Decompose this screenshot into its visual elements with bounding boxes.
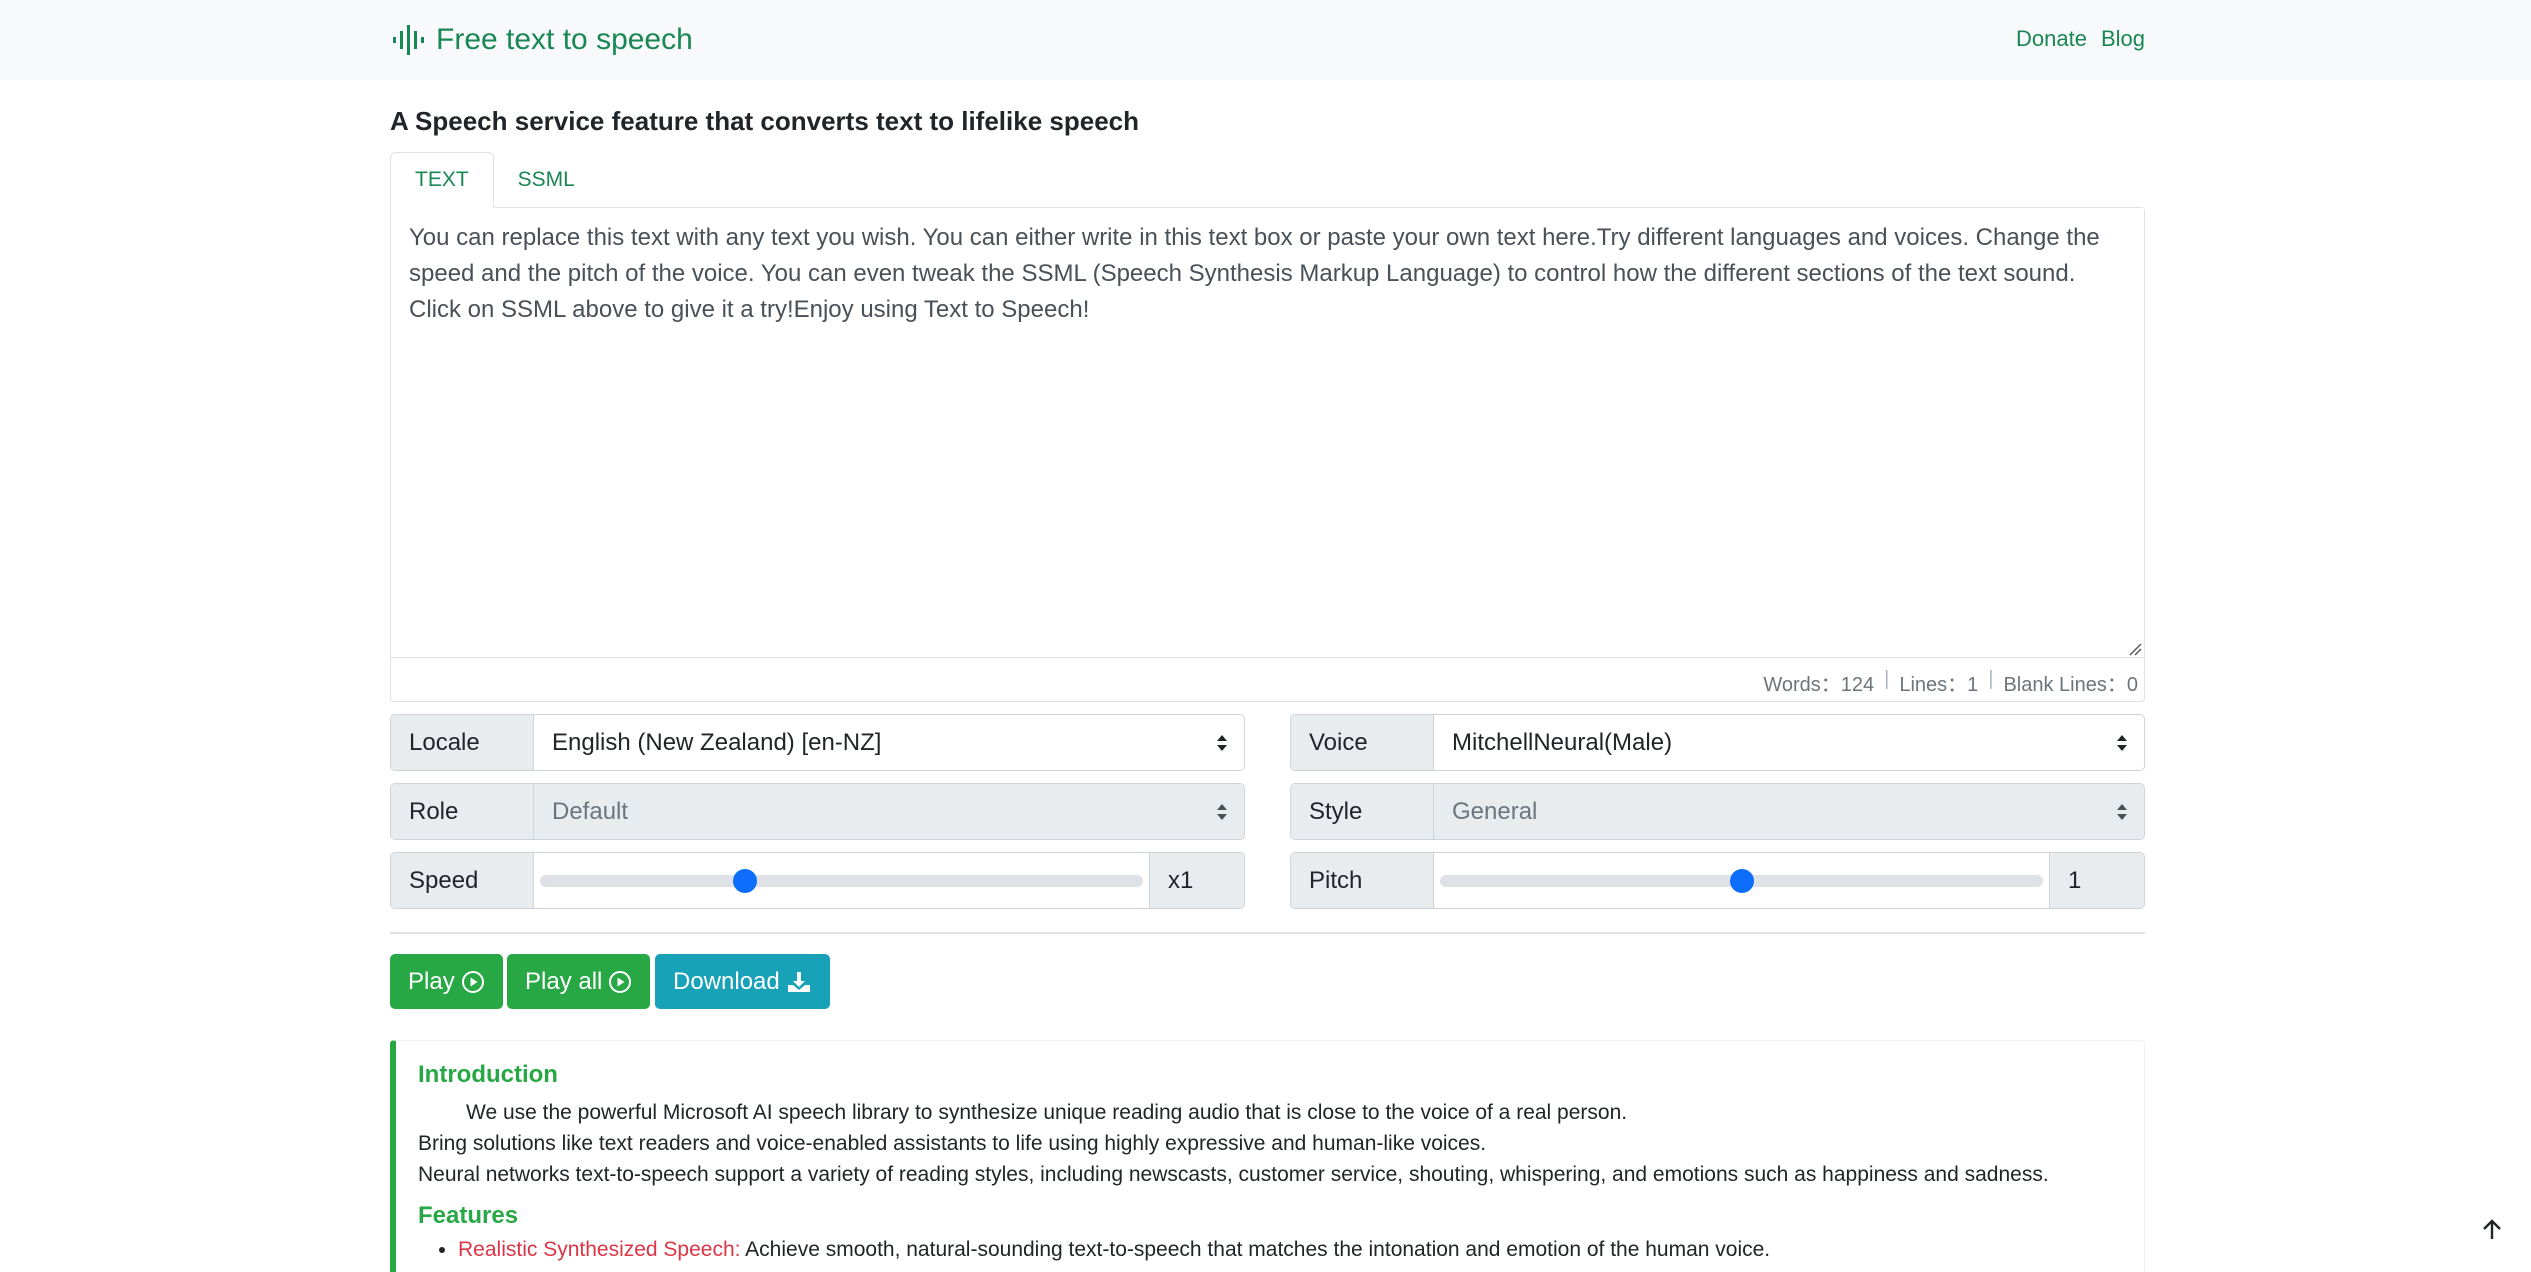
pitch-slider-track[interactable] (1440, 868, 2043, 893)
play-all-button-label: Play all (525, 967, 603, 995)
locale-value: English (New Zealand) [en-NZ] (552, 728, 882, 756)
select-arrows-icon (2117, 804, 2127, 820)
locale-select[interactable]: English (New Zealand) [en-NZ] (534, 715, 1244, 770)
features-list: Realistic Synthesized Speech: Achieve sm… (458, 1238, 2122, 1262)
play-circle-icon (609, 970, 632, 993)
locale-control: Locale English (New Zealand) [en-NZ] (390, 714, 1245, 771)
text-editor-panel: You can replace this text with any text … (390, 207, 2145, 702)
speed-slider-track[interactable] (540, 868, 1143, 893)
text-input[interactable]: You can replace this text with any text … (391, 208, 2144, 658)
feature-highlight: Realistic Synthesized Speech: (458, 1238, 741, 1261)
counter-separator: | (1884, 668, 1890, 690)
counter-separator: | (1988, 668, 1994, 690)
introduction-title: Introduction (418, 1061, 558, 1088)
speed-control: Speed x1 (390, 852, 1245, 909)
page-headline: A Speech service feature that converts t… (390, 106, 1139, 136)
introduction-panel: Introduction We use the powerful Microso… (390, 1040, 2145, 1272)
download-button-label: Download (673, 967, 780, 995)
pitch-control: Pitch 1 (1290, 852, 2145, 909)
back-to-top-arrow-icon[interactable] (2480, 1218, 2504, 1242)
play-all-button[interactable]: Play all (507, 954, 651, 1009)
editor-tabs: TEXT SSML (390, 152, 2145, 208)
style-label: Style (1291, 784, 1434, 839)
nav-link-blog[interactable]: Blog (2101, 26, 2145, 52)
feature-item: Realistic Synthesized Speech: Achieve sm… (458, 1238, 2122, 1262)
speed-slider[interactable] (534, 853, 1149, 908)
brand-title: Free text to speech (436, 23, 693, 56)
pitch-value: 1 (2049, 853, 2144, 908)
locale-label: Locale (391, 715, 534, 770)
play-circle-icon (461, 970, 484, 993)
audio-wave-icon (393, 25, 424, 55)
download-button[interactable]: Download (655, 954, 830, 1009)
nav-link-donate[interactable]: Donate (2016, 26, 2087, 52)
style-value: General (1452, 797, 1538, 825)
brand-link[interactable]: Free text to speech (392, 20, 693, 60)
intro-line: We use the powerful Microsoft AI speech … (466, 1101, 1628, 1124)
intro-line: Neural networks text-to-speech support a… (418, 1163, 2049, 1186)
divider (390, 932, 2145, 934)
style-select[interactable]: General (1434, 784, 2144, 839)
tab-ssml[interactable]: SSML (494, 152, 599, 208)
voice-label: Voice (1291, 715, 1434, 770)
select-arrows-icon (1217, 735, 1227, 751)
role-control: Role Default (390, 783, 1245, 840)
role-label: Role (391, 784, 534, 839)
pitch-slider[interactable] (1434, 853, 2049, 908)
tab-text[interactable]: TEXT (390, 152, 494, 208)
select-arrows-icon (1217, 804, 1227, 820)
resize-grip-icon[interactable] (2128, 642, 2142, 656)
role-select[interactable]: Default (534, 784, 1244, 839)
nav-links: Donate Blog (2016, 26, 2145, 52)
voice-value: MitchellNeural(Male) (1452, 728, 1673, 756)
features-title: Features (418, 1202, 519, 1229)
lines-count: Lines：1 (1899, 674, 1979, 696)
blank-lines-count: Blank Lines：0 (2003, 674, 2138, 696)
select-arrows-icon (2117, 735, 2127, 751)
intro-line: Bring solutions like text readers and vo… (418, 1132, 1487, 1155)
speed-slider-thumb[interactable] (733, 868, 758, 893)
style-control: Style General (1290, 783, 2145, 840)
speed-value: x1 (1149, 853, 1244, 908)
words-count: Words：124 (1763, 674, 1875, 696)
voice-select[interactable]: MitchellNeural(Male) (1434, 715, 2144, 770)
pitch-label: Pitch (1291, 853, 1434, 908)
navbar: Free text to speech Donate Blog (0, 0, 2531, 80)
download-icon (787, 971, 810, 992)
play-button-label: Play (408, 967, 455, 995)
pitch-slider-thumb[interactable] (1729, 868, 1754, 893)
play-button[interactable]: Play (390, 954, 503, 1009)
role-value: Default (552, 797, 629, 825)
voice-control: Voice MitchellNeural(Male) (1290, 714, 2145, 771)
text-counter: Words：124 | Lines：1 | Blank Lines：0 (1763, 668, 2138, 697)
speed-label: Speed (391, 853, 534, 908)
feature-text: Achieve smooth, natural-sounding text-to… (740, 1238, 1771, 1261)
